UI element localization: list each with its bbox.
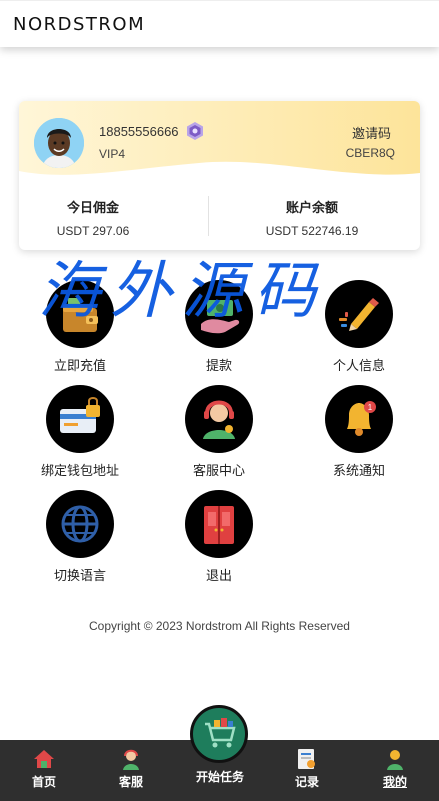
- invite-code-value[interactable]: CBER8Q: [346, 146, 395, 160]
- wallet-icon: [46, 280, 114, 348]
- tab-service[interactable]: 客服: [96, 740, 166, 801]
- support-agent-icon: [185, 385, 253, 453]
- menu-logout[interactable]: 退出: [159, 490, 279, 584]
- tab-label: 记录: [294, 775, 319, 789]
- tab-mine[interactable]: 我的: [360, 740, 430, 801]
- menu-label: 提款: [205, 358, 232, 373]
- account-card: 18855556666 VIP4 邀请码 CBER8Q 今日佣金 USDT 29…: [19, 101, 420, 250]
- menu-recharge[interactable]: 立即充值: [20, 280, 140, 374]
- vip-level: VIP4: [99, 147, 126, 161]
- door-icon: [185, 490, 253, 558]
- user-icon: [383, 747, 407, 771]
- balance-label: 账户余额: [285, 200, 338, 215]
- menu-label: 个人信息: [332, 358, 385, 373]
- tab-label: 我的: [382, 775, 407, 789]
- bell-icon: 1: [325, 385, 393, 453]
- menu-label: 系统通知: [332, 463, 385, 478]
- vip-badge-icon: [187, 122, 203, 140]
- start-task-label[interactable]: 开始任务: [175, 768, 265, 785]
- copyright-text: Copyright © 2023 Nordstrom All Rights Re…: [89, 619, 350, 633]
- stats-divider: [208, 196, 209, 236]
- support-agent-icon: [119, 747, 143, 771]
- commission-label: 今日佣金: [66, 200, 119, 215]
- document-icon: [295, 747, 319, 771]
- tab-label: 客服: [118, 775, 143, 789]
- brand-logo[interactable]: NORDSTROM: [13, 14, 145, 35]
- user-avatar[interactable]: [34, 118, 84, 168]
- menu-bind-wallet[interactable]: 绑定钱包地址: [20, 385, 140, 479]
- svg-text:1: 1: [368, 403, 373, 412]
- commission-stat: 今日佣金 USDT 297.06: [19, 197, 173, 238]
- tab-label: 首页: [31, 775, 56, 789]
- pencil-icon: [325, 280, 393, 348]
- balance-value: USDT 522746.19: [265, 224, 359, 238]
- menu-label: 切换语言: [53, 568, 106, 583]
- cash-hand-icon: [185, 280, 253, 348]
- menu-label: 客服中心: [192, 463, 245, 478]
- menu-label: 绑定钱包地址: [40, 463, 119, 478]
- home-icon: [32, 747, 56, 771]
- menu-notifications[interactable]: 1 系统通知: [299, 385, 419, 479]
- menu-label: 退出: [205, 568, 232, 583]
- shopping-cart-icon: [205, 718, 236, 748]
- invite-code-label: 邀请码: [351, 126, 391, 141]
- menu-language[interactable]: 切换语言: [20, 490, 140, 584]
- globe-icon: [46, 490, 114, 558]
- menu-profile[interactable]: 个人信息: [299, 280, 419, 374]
- menu-label: 立即充值: [53, 358, 106, 373]
- start-task-button[interactable]: [190, 705, 248, 763]
- menu-withdraw[interactable]: 提款: [159, 280, 279, 374]
- tab-home[interactable]: 首页: [9, 740, 79, 801]
- app-header: NORDSTROM: [0, 0, 439, 47]
- user-phone: 18855556666: [99, 124, 179, 139]
- card-lock-icon: [46, 385, 114, 453]
- balance-stat: 账户余额 USDT 522746.19: [232, 197, 392, 238]
- tab-records[interactable]: 记录: [272, 740, 342, 801]
- menu-support[interactable]: 客服中心: [159, 385, 279, 479]
- commission-value: USDT 297.06: [56, 224, 130, 238]
